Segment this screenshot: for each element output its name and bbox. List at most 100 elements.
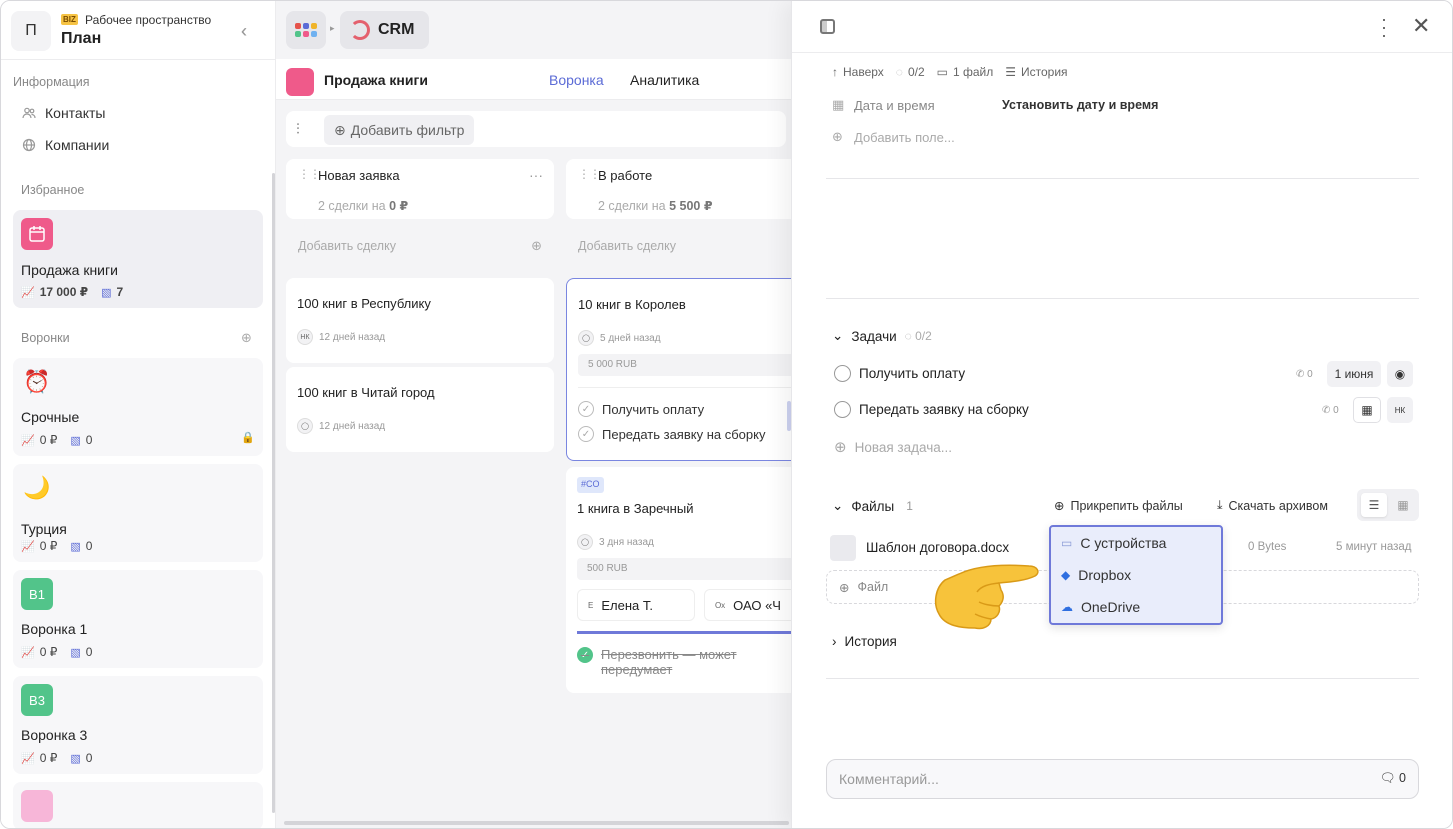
add-filter-button[interactable]: ⊕ Добавить фильтр — [324, 115, 475, 145]
deal-task[interactable]: ✓ Передать заявку на сборку — [578, 426, 765, 442]
deal-card[interactable]: 100 книг в Читай город ◯ 12 дней назад — [286, 367, 554, 452]
drag-handle-icon[interactable]: ⋮⋮ — [298, 167, 321, 181]
assignee-icon[interactable]: ◉ — [1387, 361, 1413, 387]
files-link[interactable]: ▭ 1 файл — [937, 65, 994, 79]
comment-input[interactable]: Комментарий... 🗨 0 — [826, 759, 1419, 799]
deal-title: 100 книг в Читай город — [297, 385, 435, 400]
funnel-amount: 0 ₽ — [39, 539, 58, 553]
calendar-icon[interactable]: ▦ — [1353, 397, 1381, 423]
funnel-card-3[interactable]: В3 Воронка 3 📈 0 ₽ ▧ 0 — [13, 676, 263, 774]
date-value[interactable]: Установить дату и время — [1002, 98, 1158, 112]
download-label: Скачать архивом — [1228, 498, 1328, 513]
add-deal-button[interactable]: Добавить сделку ⊕ — [286, 230, 554, 264]
up-button[interactable]: ↑ Наверх — [832, 65, 884, 79]
task-checkbox[interactable] — [834, 401, 851, 418]
apps-grid-icon[interactable] — [286, 11, 326, 49]
new-task-button[interactable]: ⊕ Новая задача... — [834, 438, 952, 456]
download-archive-button[interactable]: ⤓ Скачать архивом — [1217, 498, 1328, 513]
filter-settings-icon[interactable]: ⫶ — [296, 121, 300, 138]
board-area: ▸ CRM Продажа книги Воронка Аналитика ⫶ … — [276, 1, 834, 828]
files-section-toggle[interactable]: ⌄ Файлы 1 — [832, 498, 913, 514]
board-h-scrollbar[interactable] — [284, 821, 789, 825]
task-row[interactable]: Получить оплату — [834, 365, 965, 382]
task-date[interactable]: 1 июня — [1327, 361, 1381, 387]
workspace-switcher[interactable]: П BIZ Рабочее пространство План — [11, 11, 251, 51]
task-checkbox[interactable] — [834, 365, 851, 382]
deal-person[interactable]: Е Елена Т. — [577, 589, 695, 621]
sidebar-item-contacts[interactable]: Контакты — [21, 105, 105, 121]
files-label: 1 файл — [952, 65, 994, 79]
history-section-toggle[interactable]: › История — [832, 634, 897, 649]
cloud-icon: ☁ — [1061, 600, 1073, 614]
tasks-progress[interactable]: ◌ 0/2 — [896, 65, 925, 79]
deal-meta: ◯ 5 дней назад — [578, 330, 661, 346]
column-title: В работе — [598, 168, 653, 183]
menu-item-device[interactable]: ▭ С устройства — [1061, 535, 1166, 551]
funnel-title: Срочные — [21, 409, 80, 425]
pointing-hand-icon — [921, 556, 1051, 636]
user-icon: ◯ — [577, 534, 593, 550]
view-toggle: ☰ ▦ — [1357, 489, 1419, 521]
user-icon: ◯ — [578, 330, 594, 346]
deal-card[interactable]: #CO 1 книга в Заречный ◯ 3 дня назад 500… — [566, 467, 799, 693]
sidebar-item-companies[interactable]: Компании — [21, 137, 109, 153]
avatar[interactable]: НК — [1387, 397, 1413, 423]
column-menu-icon[interactable]: ··· — [529, 167, 543, 183]
funnel-card-partial[interactable] — [13, 782, 263, 828]
add-field-button[interactable]: ⊕ Добавить поле... — [832, 129, 955, 145]
deal-time: 12 дней назад — [319, 420, 386, 432]
history-link[interactable]: ☰ История — [1005, 65, 1067, 79]
task-calls: ✆ 0 — [1322, 405, 1339, 416]
deal-task-done[interactable]: ✓ Перезвонить — может передумает — [577, 647, 787, 677]
funnel-card-turkey[interactable]: 🌙 Турция 📈 0 ₽ ▧ 0 — [13, 464, 263, 562]
favorite-card[interactable]: Продажа книги 📈 17 000 ₽ ▧ 7 — [13, 210, 263, 308]
list-view-icon[interactable]: ☰ — [1361, 493, 1387, 517]
sidebar-scrollbar[interactable] — [272, 173, 275, 813]
deal-task-label: Получить оплату — [602, 401, 705, 417]
panel-toolbar: ↑ Наверх ◌ 0/2 ▭ 1 файл ☰ История — [832, 65, 1068, 79]
add-funnel-icon[interactable]: ⊕ — [241, 330, 252, 346]
avatar: Ох — [715, 600, 726, 610]
calendar-icon — [21, 218, 53, 250]
board-title: Продажа книги — [324, 72, 428, 88]
funnel-title: Воронка 1 — [21, 621, 88, 637]
drag-handle-icon[interactable]: ⋮⋮ — [578, 167, 601, 181]
chart-icon: 📈 — [21, 434, 35, 447]
sidebar-item-label: Контакты — [45, 105, 106, 121]
menu-item-onedrive[interactable]: ☁ OneDrive — [1061, 599, 1140, 615]
section-funnels: Воронки — [21, 331, 70, 345]
funnel-meta: 📈 0 ₽ ▧ 0 — [21, 645, 92, 659]
column-title: Новая заявка — [318, 168, 400, 183]
deal-task[interactable]: ✓ Получить оплату — [578, 401, 704, 417]
more-icon[interactable]: · · · — [1380, 10, 1388, 44]
crm-app-button[interactable]: CRM — [340, 11, 429, 49]
funnel-card-1[interactable]: В1 Воронка 1 📈 0 ₽ ▧ 0 — [13, 570, 263, 668]
person-name: Елена Т. — [601, 597, 653, 613]
tab-funnel[interactable]: Воронка — [549, 72, 604, 88]
moon-icon: 🌙 — [23, 475, 51, 500]
grid-view-icon[interactable]: ▦ — [1391, 493, 1415, 517]
chart-icon: 📈 — [21, 646, 35, 659]
attach-files-button[interactable]: ⊕ Прикрепить файлы — [1054, 498, 1183, 514]
task-row[interactable]: Передать заявку на сборку — [834, 401, 1029, 418]
funnel-title: Турция — [21, 521, 67, 537]
deal-task-label: Перезвонить — может передумает — [601, 647, 737, 677]
menu-item-dropbox[interactable]: ◆ Dropbox — [1061, 567, 1131, 583]
column-header-new: ⋮⋮ Новая заявка ··· 2 сделки на 0 ₽ — [286, 159, 554, 219]
tab-analytics[interactable]: Аналитика — [630, 72, 699, 88]
deal-card[interactable]: 100 книг в Республику НК 12 дней назад — [286, 278, 554, 363]
close-icon[interactable]: ✕ — [1412, 13, 1430, 39]
sidebar-toggle-icon[interactable] — [820, 19, 835, 34]
check-done-icon: ✓ — [577, 647, 593, 663]
topbar: ▸ CRM — [276, 1, 796, 59]
monitor-icon: ▭ — [1061, 536, 1073, 550]
funnel-amount: 0 ₽ — [39, 645, 58, 659]
add-filter-label: Добавить фильтр — [350, 122, 465, 138]
funnel-card-urgent[interactable]: ⏰ Срочные 📈 0 ₽ ▧ 0 🔒 — [13, 358, 263, 456]
up-label: Наверх — [843, 65, 884, 79]
tasks-section-toggle[interactable]: ⌄ Задачи ◌ 0/2 — [832, 328, 932, 344]
deal-company[interactable]: Ох ОАО «Ч — [704, 589, 799, 621]
deal-card-selected[interactable]: 10 книг в Королев ◯ 5 дней назад 5 000 R… — [566, 278, 798, 461]
workspace-name: План — [61, 30, 102, 47]
stack-icon: ▧ — [70, 752, 81, 765]
